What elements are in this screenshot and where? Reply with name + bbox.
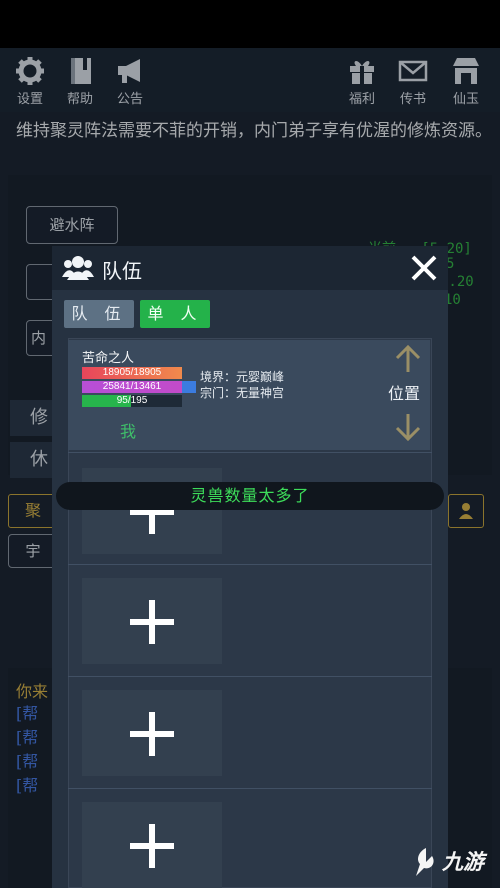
empty-slot[interactable] [82,690,222,776]
mp-bar: 25841/13461 [82,381,196,393]
member-name: 苦命之人 [82,351,135,366]
list-divider [68,788,432,789]
empty-slot[interactable] [82,802,222,888]
team-icon [62,256,94,280]
watermark-logo-icon [416,848,434,876]
empty-slot[interactable] [82,468,222,554]
arrow-up-icon[interactable] [394,344,422,374]
empty-slot[interactable] [82,578,222,664]
team-dialog: 队伍 队 伍 单 人 苦命之人 18905/18905 25841/13461 … [52,246,448,888]
arrow-down-icon[interactable] [394,412,422,442]
close-icon[interactable] [408,252,440,284]
watermark-text: 九游 [442,850,484,874]
dialog-title: 队伍 [102,259,142,283]
top-black-bar [0,0,500,48]
list-divider [68,452,432,453]
dialog-header: 队伍 [52,246,448,290]
xp-bar: 95/195 [82,395,182,407]
tab-team[interactable]: 队 伍 [64,300,134,328]
member-realm: 境界：元婴巅峰 [200,370,285,384]
member-sect: 宗门：无量神宫 [200,386,285,400]
plus-icon [130,824,174,868]
toast-message: 灵兽数量太多了 [56,482,444,510]
list-divider [68,676,432,677]
plus-icon [130,600,174,644]
plus-icon [130,712,174,756]
list-divider [68,564,432,565]
tab-solo[interactable]: 单 人 [140,300,210,328]
member-card[interactable]: 苦命之人 18905/18905 25841/13461 95/195 境界：元… [68,340,430,450]
hp-bar: 18905/18905 [82,367,182,379]
watermark: 九游 [412,846,496,882]
position-label: 位置 [388,384,421,403]
self-tag: 我 [120,422,137,441]
xp-bar-text: 95/195 [116,395,148,406]
